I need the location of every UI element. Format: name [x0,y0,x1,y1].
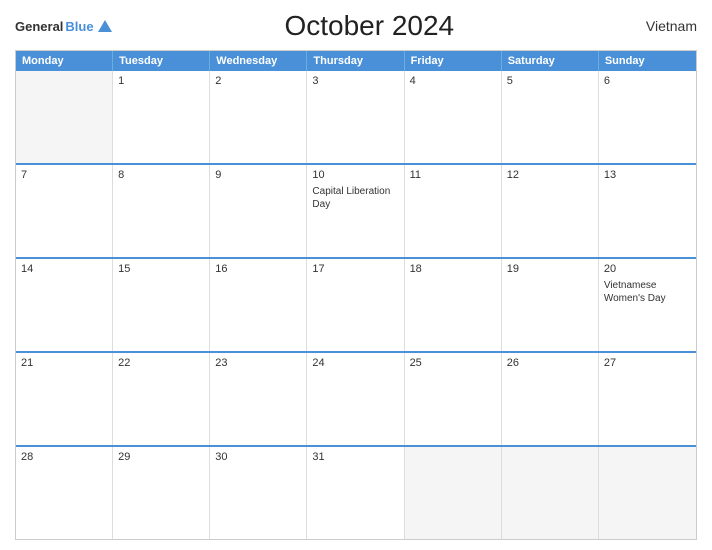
table-row [16,71,113,163]
logo: General Blue [15,19,112,34]
table-row: 18 [405,259,502,351]
table-row: 16 [210,259,307,351]
table-row: 17 [307,259,404,351]
table-row: 31 [307,447,404,539]
table-row [599,447,696,539]
table-row: 28 [16,447,113,539]
week-3: 14 15 16 17 18 19 20 Vietnamese Women's … [16,259,696,353]
calendar-body: 1 2 3 4 5 6 7 8 9 10 Capital Liberation … [16,71,696,539]
weekday-header: Monday Tuesday Wednesday Thursday Friday… [16,51,696,71]
table-row: 11 [405,165,502,257]
table-row: 26 [502,353,599,445]
header-monday: Monday [16,51,113,71]
header-tuesday: Tuesday [113,51,210,71]
header-friday: Friday [405,51,502,71]
page: General Blue October 2024 Vietnam Monday… [0,0,712,550]
table-row: 6 [599,71,696,163]
table-row: 12 [502,165,599,257]
table-row: 30 [210,447,307,539]
calendar-title: October 2024 [112,10,627,42]
table-row: 22 [113,353,210,445]
calendar: Monday Tuesday Wednesday Thursday Friday… [15,50,697,540]
table-row [405,447,502,539]
week-1: 1 2 3 4 5 6 [16,71,696,165]
table-row: 4 [405,71,502,163]
table-row: 27 [599,353,696,445]
table-row: 7 [16,165,113,257]
table-row: 10 Capital Liberation Day [307,165,404,257]
logo-general: General [15,19,63,34]
header-sunday: Sunday [599,51,696,71]
week-5: 28 29 30 31 [16,447,696,539]
week-4: 21 22 23 24 25 26 27 [16,353,696,447]
table-row: 20 Vietnamese Women's Day [599,259,696,351]
table-row: 8 [113,165,210,257]
table-row: 3 [307,71,404,163]
table-row: 9 [210,165,307,257]
header-saturday: Saturday [502,51,599,71]
table-row: 13 [599,165,696,257]
table-row: 5 [502,71,599,163]
table-row: 19 [502,259,599,351]
table-row: 23 [210,353,307,445]
table-row: 14 [16,259,113,351]
table-row: 24 [307,353,404,445]
table-row: 21 [16,353,113,445]
table-row: 1 [113,71,210,163]
country-label: Vietnam [627,18,697,34]
table-row: 29 [113,447,210,539]
header-wednesday: Wednesday [210,51,307,71]
table-row: 15 [113,259,210,351]
table-row: 25 [405,353,502,445]
week-2: 7 8 9 10 Capital Liberation Day 11 12 13 [16,165,696,259]
table-row: 2 [210,71,307,163]
table-row [502,447,599,539]
logo-blue: Blue [65,19,93,34]
header: General Blue October 2024 Vietnam [15,10,697,42]
logo-triangle-icon [98,20,112,32]
header-thursday: Thursday [307,51,404,71]
